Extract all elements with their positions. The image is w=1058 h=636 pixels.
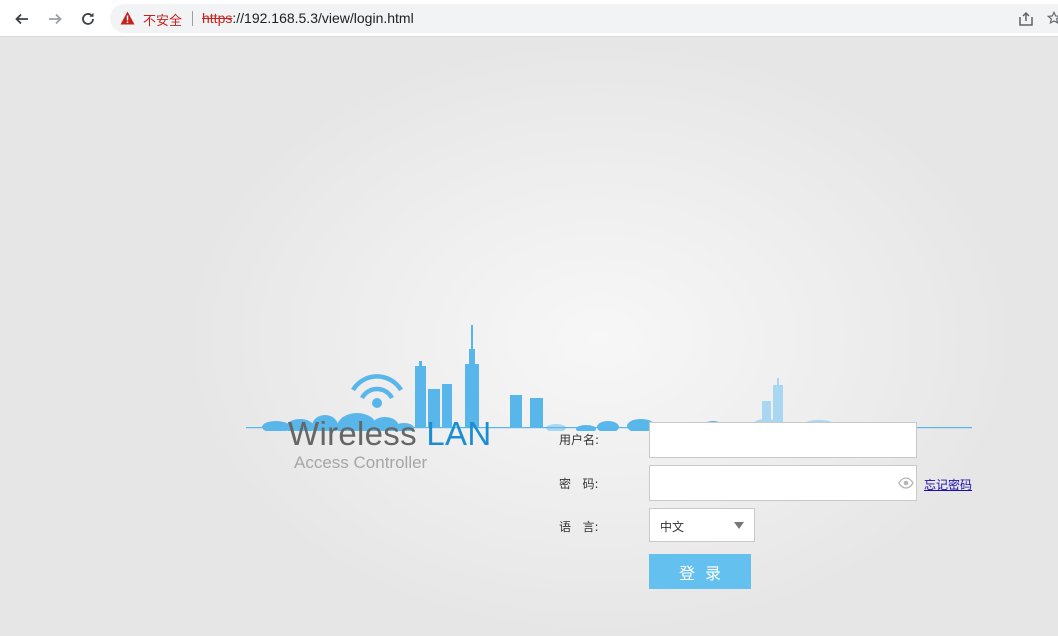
chevron-down-icon: [734, 522, 744, 529]
browser-toolbar: 不安全 https://192.168.5.3/view/login.html: [0, 0, 1058, 37]
omnibox-divider: [192, 11, 193, 26]
language-select-value: 中文: [660, 520, 685, 534]
username-input[interactable]: [649, 422, 917, 458]
bookmark-star-icon[interactable]: [1047, 10, 1058, 26]
url-path: ://192.168.5.3/view/login.html: [232, 10, 414, 26]
title-wireless: Wireless: [288, 415, 427, 452]
back-button[interactable]: [10, 7, 34, 31]
login-button[interactable]: 登录: [649, 554, 751, 589]
password-input[interactable]: [649, 465, 917, 501]
product-title: Wireless LAN: [288, 415, 491, 453]
login-page: Wireless LAN Access Controller 用户名: 密 码:…: [0, 38, 1058, 636]
warning-icon[interactable]: [120, 11, 135, 25]
arrow-left-icon: [15, 13, 28, 25]
arrow-right-icon: [49, 13, 62, 25]
show-password-eye-icon[interactable]: [898, 477, 914, 489]
share-icon[interactable]: [1018, 11, 1034, 27]
username-label: 用户名:: [559, 433, 600, 447]
product-subtitle: Access Controller: [294, 453, 428, 472]
address-bar[interactable]: 不安全 https://192.168.5.3/view/login.html: [110, 4, 1058, 33]
url-scheme: https: [202, 10, 233, 26]
title-lan: LAN: [426, 415, 492, 452]
password-label: 密 码:: [559, 477, 599, 491]
language-select[interactable]: 中文: [649, 508, 755, 542]
forward-button[interactable]: [43, 7, 67, 31]
reload-button[interactable]: [76, 7, 100, 31]
url-text[interactable]: https://192.168.5.3/view/login.html: [202, 10, 414, 26]
security-status-label[interactable]: 不安全: [143, 10, 182, 29]
language-label: 语 言:: [559, 520, 599, 534]
reload-icon: [82, 12, 94, 25]
forgot-password-link[interactable]: 忘记密码: [924, 476, 972, 493]
